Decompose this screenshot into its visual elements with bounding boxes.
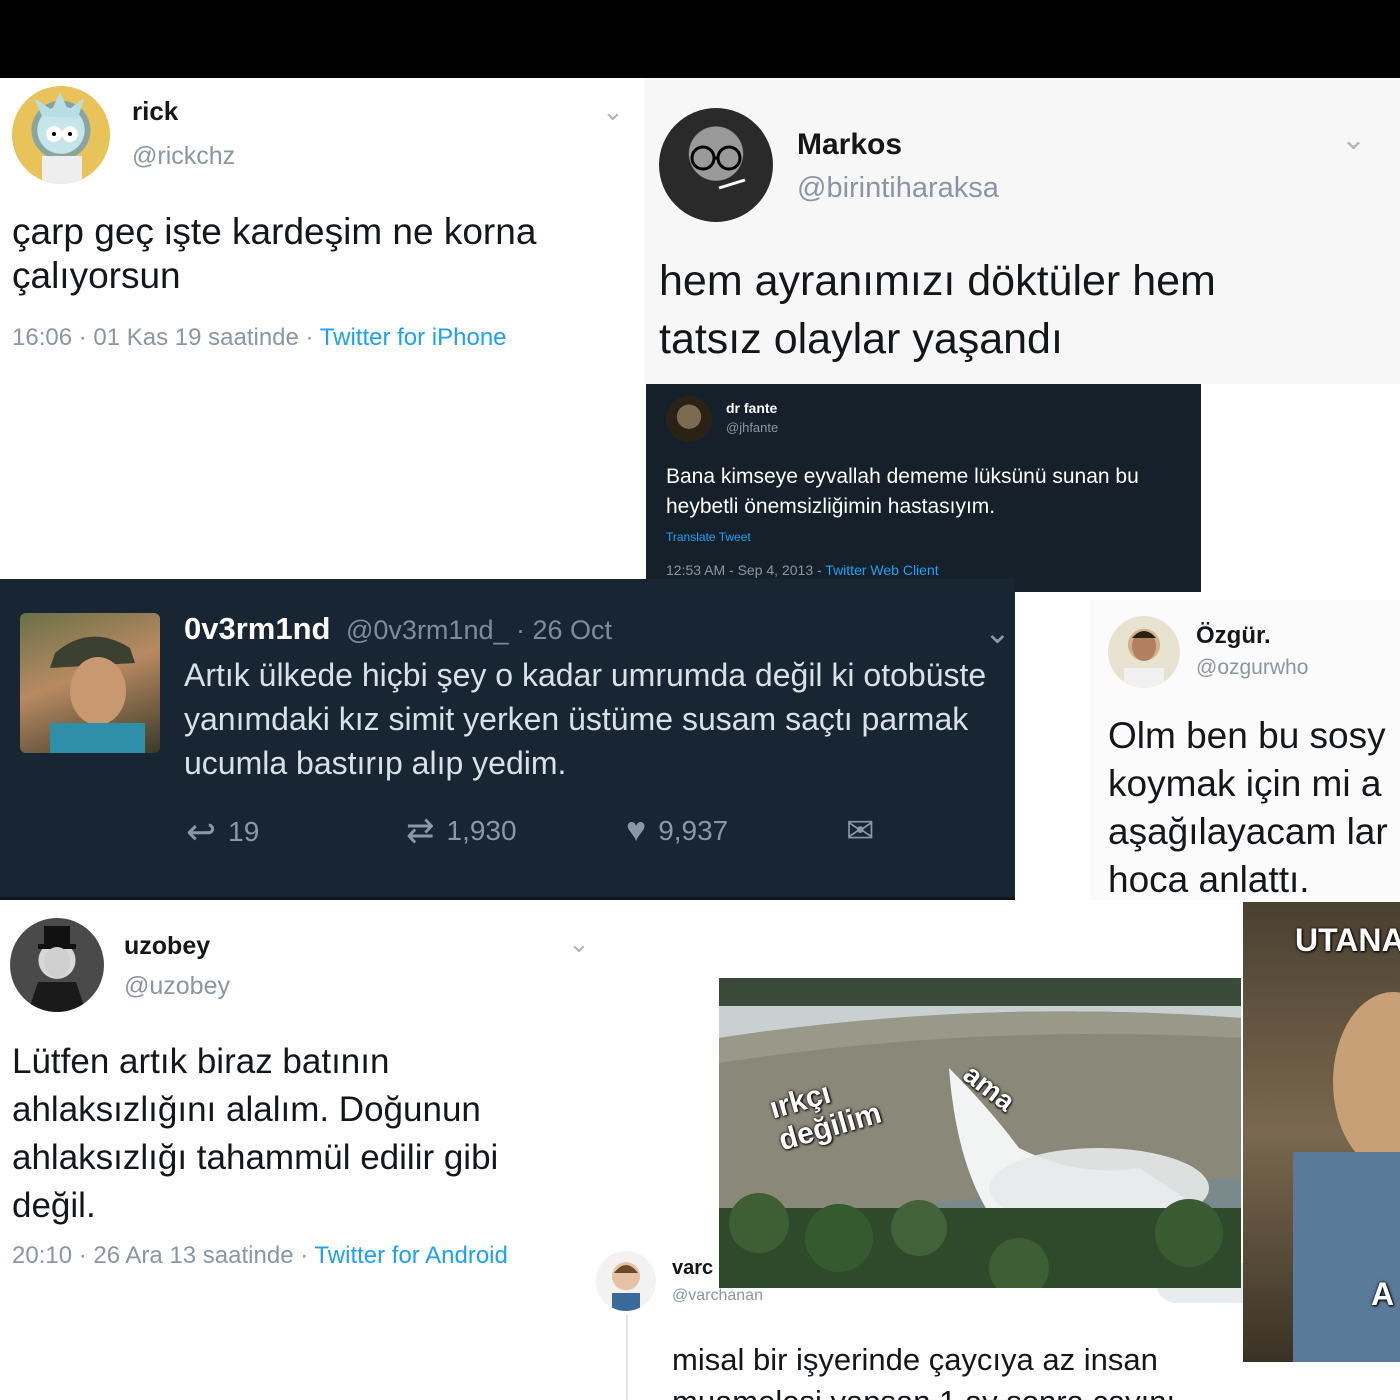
retweet-action[interactable]: ⇄ 1,930 — [406, 811, 517, 851]
tweet-source-link[interactable]: Twitter for Android — [314, 1242, 507, 1269]
user-name[interactable]: Markos — [797, 128, 902, 162]
user-handle[interactable]: @rickchz — [132, 142, 235, 171]
chevron-down-icon[interactable]: ⌄ — [984, 613, 1011, 651]
meme-top-text: UTANA — [1295, 922, 1400, 958]
meme-bottom-text: A — [1371, 1276, 1395, 1312]
top-black-bar — [0, 0, 1400, 78]
user-handle[interactable]: @0v3rm1nd_ · 26 Oct — [346, 615, 612, 646]
user-handle[interactable]: @uzobey — [124, 972, 230, 1001]
chevron-down-icon[interactable]: ⌄ — [602, 96, 624, 127]
tweet-card-fante[interactable]: dr fante @jhfante Bana kimseye eyvallah … — [646, 384, 1201, 592]
user-name[interactable]: uzobey — [124, 932, 210, 961]
tweet-card-markos[interactable]: Markos @birintiharaksa ⌄ hem ayranımızı … — [645, 78, 1400, 384]
meme-image-dam: ırkçı değilim ama — [719, 978, 1241, 1288]
avatar[interactable] — [12, 86, 110, 184]
retweet-count: 1,930 — [446, 815, 517, 846]
avatar[interactable] — [659, 108, 773, 222]
dm-action[interactable]: ✉ — [846, 811, 875, 851]
tweet-text: Bana kimseye eyvallah dememe lüksünü sun… — [666, 465, 1139, 519]
user-name[interactable]: dr fante — [726, 400, 777, 416]
user-handle[interactable]: @birintiharaksa — [797, 172, 999, 205]
tweet-text: Olm ben bu sosy koymak için mi a aşağıla… — [1108, 715, 1388, 900]
timestamp-text: 12:53 AM - Sep 4, 2013 - — [666, 562, 826, 578]
like-count: 9,937 — [658, 814, 729, 846]
tweet-card-ozgur[interactable]: Özgür. @ozgurwho Olm ben bu sosy koymak … — [1090, 600, 1400, 900]
tweet-card-rick[interactable]: rick @rickchz ⌄ çarp geç işte kardeşim n… — [0, 78, 645, 378]
envelope-icon: ✉ — [846, 812, 875, 850]
user-handle[interactable]: @jhfante — [726, 420, 778, 435]
reply-count: 19 — [228, 816, 260, 847]
user-name[interactable]: 0v3rm1nd — [184, 611, 330, 647]
tweet-card-uzobey[interactable]: uzobey @uzobey ⌄ Lütfen artık biraz batı… — [0, 900, 605, 1290]
heart-icon: ♥ — [626, 811, 647, 849]
chevron-down-icon[interactable]: ⌄ — [568, 928, 590, 959]
tweet-timestamp: 20:10 · 26 Ara 13 saatinde · Twitter for… — [12, 1242, 508, 1270]
chevron-down-icon[interactable]: ⌄ — [1341, 122, 1366, 157]
avatar[interactable] — [596, 1251, 656, 1311]
tweet-text: Artık ülkede hiçbi şey o kadar umrumda d… — [184, 657, 987, 782]
retweet-icon: ⇄ — [406, 812, 435, 850]
thread-line — [626, 1315, 628, 1400]
tweet-timestamp: 16:06 · 01 Kas 19 saatinde · Twitter for… — [12, 324, 507, 352]
reply-action[interactable]: ↩ 19 — [186, 811, 259, 853]
timestamp-text: 16:06 · 01 Kas 19 saatinde · — [12, 324, 320, 351]
like-action[interactable]: ♥ 9,937 — [626, 811, 728, 850]
tweet-text: hem ayranımızı döktüler hem tatsız olayl… — [659, 257, 1216, 364]
meme-image-utana: UTANA A — [1243, 902, 1400, 1362]
translate-tweet-link[interactable]: Translate Tweet — [666, 530, 751, 544]
tweet-source-link[interactable]: Twitter Web Client — [825, 562, 938, 578]
tweet-source-link[interactable]: Twitter for iPhone — [320, 324, 507, 351]
tweet-text: Lütfen artık biraz batının ahlaksızlığın… — [12, 1042, 499, 1225]
user-name[interactable]: rick — [132, 96, 178, 127]
tweet-timestamp: 12:53 AM - Sep 4, 2013 - Twitter Web Cli… — [666, 562, 939, 578]
tweet-text: çarp geç işte kardeşim ne korna çalıyors… — [12, 211, 537, 297]
avatar[interactable] — [1108, 616, 1180, 688]
avatar[interactable] — [666, 396, 712, 442]
avatar[interactable] — [20, 613, 160, 753]
user-handle[interactable]: @varchanan — [672, 1287, 763, 1305]
reply-icon: ↩ — [186, 811, 217, 852]
user-name[interactable]: varc — [672, 1257, 713, 1280]
timestamp-text: 20:10 · 26 Ara 13 saatinde · — [12, 1242, 315, 1269]
avatar[interactable] — [10, 918, 104, 1012]
user-name[interactable]: Özgür. — [1196, 622, 1271, 650]
tweet-card-ov3rm1nd[interactable]: 0v3rm1nd @0v3rm1nd_ · 26 Oct ⌄ Artık ülk… — [0, 579, 1015, 900]
user-handle[interactable]: @ozgurwho — [1196, 656, 1308, 680]
